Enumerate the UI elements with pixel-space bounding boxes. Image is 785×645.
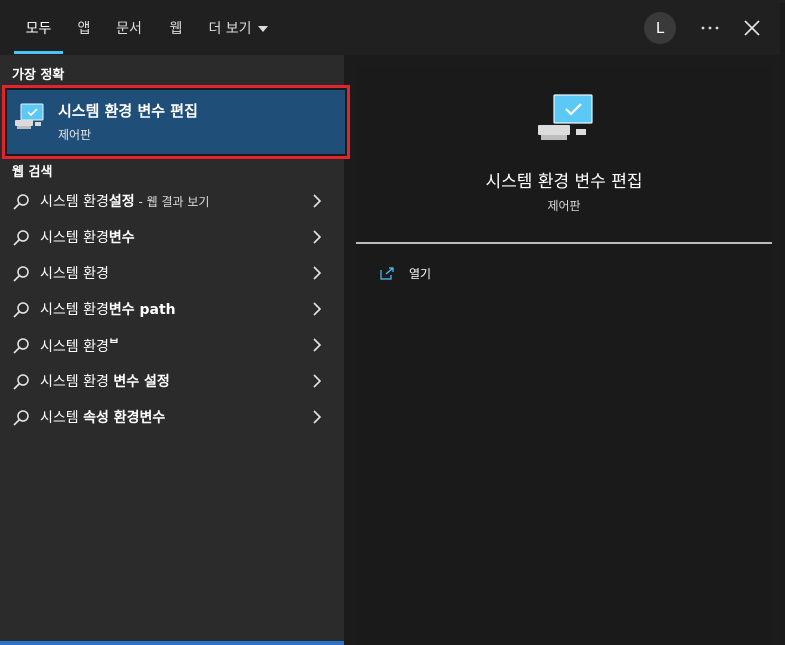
tab-documents[interactable]: 문서 (110, 0, 148, 55)
web-result-item[interactable]: 시스템 환경설정 - 웹 결과 보기 (0, 183, 344, 219)
avatar[interactable]: L (644, 12, 676, 44)
active-tab-indicator (14, 51, 63, 54)
web-result-label: 시스템 환경 변수 설정 (40, 371, 170, 391)
more-options-button[interactable] (695, 14, 725, 42)
web-result-label: 시스템 환경변수 (40, 227, 135, 247)
detail-subtitle: 제어판 (547, 199, 581, 213)
search-icon (13, 338, 29, 354)
suggestion-text: 설정 (108, 194, 135, 210)
chevron-down-icon (257, 25, 268, 32)
query-text: 시스템 (40, 410, 84, 426)
query-text: 시스템 환경 (40, 302, 109, 318)
web-result-label: 시스템 환경변수 path (40, 299, 176, 319)
close-button[interactable] (738, 14, 766, 42)
web-result-label: 시스템 환경ᄇ (40, 335, 119, 356)
query-text: 시스템 환경 (40, 374, 114, 390)
web-result-item[interactable]: 시스템 환경변수 (0, 219, 344, 255)
chevron-right-icon (313, 302, 322, 316)
query-text: 시스템 환경 (40, 266, 109, 282)
web-result-item[interactable]: 시스템 환경 변수 설정 (0, 363, 344, 399)
detail-title: 시스템 환경 변수 편집 (485, 172, 643, 192)
suggestion-text: 속성 환경변수 (83, 410, 166, 426)
web-result-label: 시스템 환경 (40, 263, 109, 283)
web-result-item[interactable]: 시스템 환경 (0, 255, 344, 291)
suggestion-text: 변수 (108, 230, 135, 246)
chevron-right-icon (313, 338, 322, 352)
search-icon (13, 410, 29, 426)
detail-pane: 시스템 환경 변수 편집 제어판 열기 (356, 67, 772, 645)
avatar-initial: L (655, 19, 665, 37)
monitor-settings-icon (538, 94, 593, 140)
open-action[interactable]: 열기 (380, 263, 431, 283)
best-match-title: 시스템 환경 변수 편집 (58, 102, 198, 120)
monitor-settings-icon (15, 103, 44, 129)
bottom-accent-bar (0, 641, 344, 645)
chevron-right-icon (313, 410, 322, 424)
suggestion-text: 변수 설정 (113, 374, 170, 390)
best-match-subtitle: 제어판 (58, 128, 92, 142)
best-match-highlight: 시스템 환경 변수 편집 제어판 (7, 90, 345, 154)
web-results-hint: - 웹 결과 보기 (134, 195, 210, 209)
web-result-item[interactable]: 시스템 환경ᄇ (0, 327, 344, 363)
close-icon (744, 20, 760, 36)
search-icon (13, 194, 29, 210)
search-icon (13, 230, 29, 246)
open-action-label: 열기 (409, 266, 432, 281)
web-result-item[interactable]: 시스템 환경변수 path (0, 291, 344, 327)
chevron-right-icon (313, 266, 322, 280)
window-edge (780, 3, 785, 645)
tab-apps[interactable]: 앱 (70, 0, 98, 55)
tab-apps-label: 앱 (77, 20, 91, 37)
query-text: 시스템 환경 (40, 230, 109, 246)
query-text: 시스템 환경 (40, 339, 109, 355)
chevron-right-icon (313, 230, 322, 244)
search-icon (13, 266, 29, 282)
results-pane: 가장 정확 시스템 환경 변수 편집 제어판 웹 검색 시스템 환경설정 - 웹… (0, 55, 350, 645)
tab-more[interactable]: 더 보기 (202, 0, 274, 55)
chevron-right-icon (313, 194, 322, 208)
web-result-label: 시스템 환경설정 - 웹 결과 보기 (40, 191, 209, 211)
tab-web-label: 웹 (169, 20, 183, 37)
ellipsis-icon (701, 26, 719, 30)
suggestion-text: 변수 path (108, 302, 176, 318)
tab-web[interactable]: 웹 (162, 0, 190, 55)
tab-documents-label: 문서 (116, 20, 142, 37)
detail-divider (356, 242, 772, 244)
best-match-heading: 가장 정확 (12, 68, 65, 83)
search-icon (13, 374, 29, 390)
search-header: 모두 앱 문서 웹 더 보기 L (0, 0, 785, 55)
chevron-right-icon (313, 374, 322, 388)
tab-all-label: 모두 (25, 20, 52, 37)
query-text: 시스템 환경 (40, 194, 109, 210)
search-icon (13, 302, 29, 318)
web-result-label: 시스템 속성 환경변수 (40, 407, 165, 427)
open-icon (380, 266, 394, 280)
web-result-item[interactable]: 시스템 속성 환경변수 (0, 399, 344, 435)
tab-more-label: 더 보기 (208, 20, 252, 37)
web-search-heading: 웹 검색 (12, 165, 53, 180)
best-match-result[interactable]: 시스템 환경 변수 편집 제어판 (2, 85, 350, 159)
tab-all[interactable]: 모두 (14, 0, 63, 55)
suggestion-text: ᄇ (108, 337, 119, 350)
